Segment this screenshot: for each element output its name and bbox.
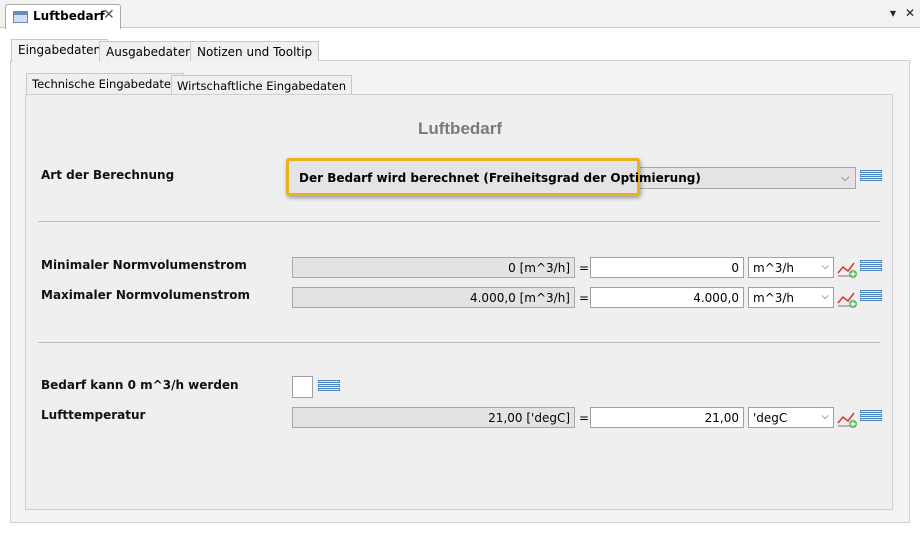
- max-flow-unit-select[interactable]: m^3/h ⌵: [748, 287, 834, 308]
- document-tab-luftbedarf[interactable]: Luftbedarf ✕: [5, 4, 121, 29]
- min-flow-readonly: 0 [m^3/h]: [292, 257, 575, 278]
- chart-add-icon[interactable]: [837, 289, 859, 309]
- air-temperature-readonly: 21,00 ['degC]: [292, 407, 575, 428]
- min-flow-unit-select[interactable]: m^3/h ⌵: [748, 257, 834, 278]
- air-temperature-unit-text: 'degC: [753, 411, 788, 425]
- list-icon[interactable]: [860, 260, 882, 276]
- max-flow-label: Maximaler Normvolumenstrom: [41, 288, 251, 302]
- list-icon[interactable]: [318, 380, 340, 396]
- document-tab-title: Luftbedarf: [33, 9, 105, 23]
- equals-sign: =: [579, 411, 590, 425]
- divider: [38, 221, 880, 222]
- editor-tab-bar: [0, 0, 920, 28]
- view-menu-icon[interactable]: ▾: [890, 6, 896, 20]
- divider: [38, 342, 880, 343]
- chevron-down-icon: ⌵: [821, 261, 829, 272]
- equals-sign: =: [579, 261, 590, 275]
- equals-sign: =: [579, 291, 590, 305]
- tab-notizen-und-tooltip[interactable]: Notizen und Tooltip: [190, 41, 320, 61]
- min-flow-input[interactable]: 0: [590, 257, 744, 278]
- list-icon[interactable]: [860, 290, 882, 306]
- zero-demand-label: Bedarf kann 0 m^3/h werden: [41, 378, 239, 392]
- max-flow-readonly: 4.000,0 [m^3/h]: [292, 287, 575, 308]
- zero-demand-checkbox[interactable]: [292, 376, 313, 398]
- tab-technische-eingabedaten[interactable]: Technische Eingabedaten: [26, 73, 185, 94]
- chart-add-icon[interactable]: [837, 259, 859, 279]
- list-icon[interactable]: [860, 410, 882, 426]
- calc-mode-label: Art der Berechnung: [41, 168, 175, 182]
- min-flow-label: Minimaler Normvolumenstrom: [41, 258, 247, 272]
- chevron-down-icon: ⌵: [841, 171, 850, 184]
- chart-add-icon[interactable]: [837, 409, 859, 429]
- tab-eingabedaten[interactable]: Eingabedaten: [11, 39, 109, 62]
- max-flow-input[interactable]: 4.000,0: [590, 287, 744, 308]
- chevron-down-icon: ⌵: [821, 411, 829, 422]
- page-title: Luftbedarf: [417, 119, 503, 138]
- tab-wirtschaftliche-eingabedaten[interactable]: Wirtschaftliche Eingabedaten: [171, 75, 352, 94]
- close-view-icon[interactable]: ✕: [905, 6, 915, 20]
- air-temperature-unit-select[interactable]: 'degC ⌵: [748, 407, 834, 428]
- air-temperature-input[interactable]: 21,00: [590, 407, 744, 428]
- list-icon[interactable]: [860, 170, 882, 186]
- min-flow-unit-text: m^3/h: [753, 261, 795, 275]
- max-flow-unit-text: m^3/h: [753, 291, 795, 305]
- calc-mode-selected-value[interactable]: Der Bedarf wird berechnet (Freiheitsgrad…: [286, 158, 701, 196]
- window-icon: [13, 11, 28, 23]
- air-temperature-label: Lufttemperatur: [41, 408, 146, 422]
- chevron-down-icon: ⌵: [821, 291, 829, 302]
- close-tab-icon[interactable]: ✕: [103, 7, 115, 23]
- tab-ausgabedaten[interactable]: Ausgabedaten: [99, 41, 200, 61]
- calc-mode-value-text: Der Bedarf wird berechnet (Freiheitsgrad…: [299, 171, 701, 185]
